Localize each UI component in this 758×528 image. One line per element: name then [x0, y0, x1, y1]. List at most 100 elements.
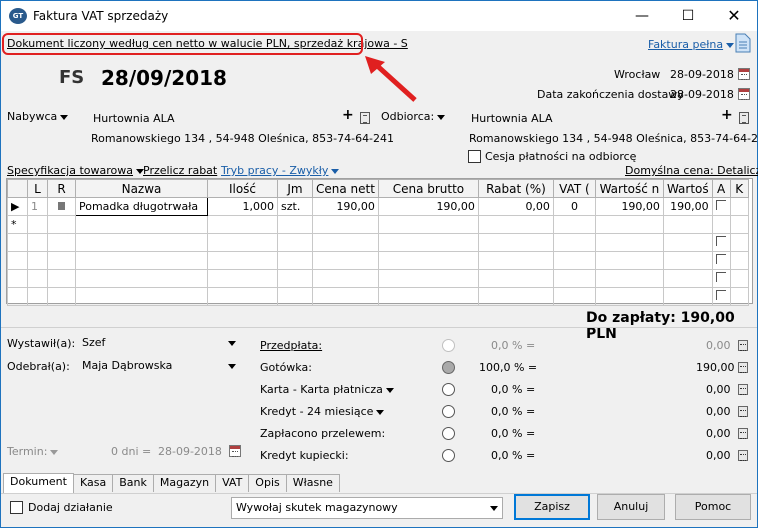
payment-card-dropdown[interactable]: Karta - Karta płatnicza — [260, 383, 394, 396]
add-buyer-icon[interactable]: + — [342, 107, 354, 123]
buyer-dropdown[interactable]: Nabywca — [7, 110, 69, 123]
col-header[interactable]: Rabat (%) — [477, 179, 554, 198]
table-row[interactable] — [7, 251, 749, 270]
table-row[interactable]: ▶ 1 Pomadka długotrwała 1,000 szt. 190,0… — [7, 197, 749, 216]
payment-credit-dropdown[interactable]: Kredyt - 24 miesiące — [260, 405, 385, 418]
tab-opis[interactable]: Opis — [248, 474, 287, 492]
payment-amount[interactable]: 0,00 — [706, 405, 731, 418]
recalc-discount-link[interactable]: Przelicz rabat — [143, 164, 217, 177]
minimize-button[interactable]: — — [619, 1, 665, 31]
cell-k[interactable] — [729, 197, 749, 216]
save-button[interactable]: Zapisz — [514, 494, 590, 520]
cell-gross-price[interactable]: 190,00 — [377, 197, 479, 216]
calculator-icon[interactable] — [738, 450, 748, 461]
cell-unit[interactable]: szt. — [277, 197, 313, 216]
payment-percent[interactable]: 0,0 % = — [491, 427, 535, 440]
col-header[interactable]: Cena brutto — [377, 179, 479, 198]
col-header[interactable]: L — [27, 179, 48, 198]
calculator-icon[interactable] — [738, 340, 748, 351]
buyer-name[interactable]: Hurtownia ALA — [93, 112, 175, 125]
payment-radio-card[interactable] — [442, 383, 455, 396]
receiver-dropdown[interactable]: Odbiorca: — [381, 110, 446, 123]
close-button[interactable]: ✕ — [711, 1, 757, 31]
calculator-icon[interactable] — [738, 406, 748, 417]
cell-checkbox[interactable] — [711, 197, 731, 216]
payment-percent[interactable]: 0,0 % = — [491, 339, 535, 352]
term-dropdown[interactable]: Termin: — [7, 445, 59, 458]
col-header[interactable]: A — [711, 179, 731, 198]
receiver-name[interactable]: Hurtownia ALA — [471, 112, 553, 125]
payment-amount[interactable]: 0,00 — [706, 427, 731, 440]
payment-amount[interactable]: 0,00 — [706, 449, 731, 462]
col-header[interactable]: Cena nett — [312, 179, 379, 198]
cell-lp[interactable]: 1 — [27, 197, 48, 216]
full-invoice-link[interactable]: Faktura pełna — [648, 38, 735, 51]
warehouse-effect-select[interactable]: Wywołaj skutek magazynowy — [231, 497, 503, 519]
table-row[interactable] — [7, 269, 749, 288]
payment-percent[interactable]: 0,0 % = — [491, 383, 535, 396]
cession-checkbox[interactable] — [468, 150, 481, 163]
calendar-icon[interactable] — [738, 68, 750, 80]
tab-wlasne[interactable]: Własne — [285, 474, 340, 492]
col-header[interactable]: R — [47, 179, 76, 198]
cell-checkbox[interactable] — [711, 233, 731, 252]
issued-select[interactable]: Szef — [77, 333, 241, 353]
place-label[interactable]: Wrocław — [614, 68, 660, 81]
document-icon[interactable] — [735, 33, 751, 53]
cell-gross-value[interactable]: 190,00 — [662, 197, 713, 216]
col-header[interactable]: Nazwa — [75, 179, 208, 198]
payment-amount[interactable]: 190,00 — [696, 361, 735, 374]
calendar-icon[interactable] — [229, 445, 241, 457]
cell-checkbox[interactable] — [711, 251, 731, 270]
col-header[interactable]: Wartość n — [594, 179, 664, 198]
cancel-button[interactable]: Anuluj — [597, 494, 665, 520]
default-price-link[interactable]: Domyślna cena: Detaliczna — [625, 164, 758, 177]
term-date[interactable]: 28-09-2018 — [158, 445, 222, 458]
col-header[interactable]: Wartoś — [662, 179, 713, 198]
payment-radio-prepayment[interactable] — [442, 339, 455, 352]
cell-qty[interactable]: 1,000 — [207, 197, 278, 216]
term-days[interactable]: 0 dni = — [111, 445, 151, 458]
payment-amount[interactable]: 0,00 — [706, 383, 731, 396]
table-row[interactable] — [7, 233, 749, 252]
payment-radio-merchant-credit[interactable] — [442, 449, 455, 462]
col-header[interactable] — [7, 179, 28, 198]
payment-percent[interactable]: 0,0 % = — [491, 449, 535, 462]
tab-magazyn[interactable]: Magazyn — [152, 474, 217, 492]
payment-label-prepayment[interactable]: Przedpłata: — [260, 339, 322, 352]
add-receiver-icon[interactable]: + — [721, 107, 733, 123]
place-date[interactable]: 28-09-2018 — [670, 68, 734, 81]
cell-net-value[interactable]: 190,00 — [594, 197, 664, 216]
tab-vat[interactable]: VAT — [215, 474, 250, 492]
cell-vat[interactable]: 0 — [552, 197, 596, 216]
cell-checkbox[interactable] — [711, 269, 731, 288]
calendar-icon[interactable] — [738, 88, 750, 100]
cell-net-price[interactable]: 190,00 — [312, 197, 379, 216]
payment-percent[interactable]: 0,0 % = — [491, 405, 535, 418]
cell-name[interactable]: Pomadka długotrwała — [75, 197, 208, 216]
col-header[interactable]: VAT ( — [552, 179, 596, 198]
col-header[interactable]: Ilość — [207, 179, 278, 198]
tab-bank[interactable]: Bank — [112, 474, 154, 492]
help-button[interactable]: Pomoc — [675, 494, 751, 520]
add-action-checkbox[interactable] — [10, 501, 23, 514]
payment-radio-credit[interactable] — [442, 405, 455, 418]
table-row[interactable] — [7, 287, 749, 306]
calculator-icon[interactable] — [738, 362, 748, 373]
table-row[interactable]: * — [7, 215, 749, 234]
spec-dropdown[interactable]: Specyfikacja towarowa — [7, 164, 145, 177]
cell-checkbox[interactable] — [711, 287, 731, 306]
col-header[interactable]: K — [729, 179, 749, 198]
delivery-date[interactable]: 28-09-2018 — [670, 88, 734, 101]
col-header[interactable]: Jm — [277, 179, 313, 198]
document-date[interactable]: 28/09/2018 — [101, 66, 227, 90]
receiver-list-icon[interactable] — [739, 112, 749, 124]
payment-radio-transfer[interactable] — [442, 427, 455, 440]
payment-amount[interactable]: 0,00 — [706, 339, 731, 352]
buyer-list-icon[interactable] — [360, 112, 370, 124]
calculator-icon[interactable] — [738, 428, 748, 439]
work-mode-dropdown[interactable]: Tryb pracy - Zwykły — [221, 164, 340, 177]
payment-radio-cash[interactable] — [442, 361, 455, 374]
tab-dokument[interactable]: Dokument — [3, 473, 74, 493]
calculator-icon[interactable] — [738, 384, 748, 395]
